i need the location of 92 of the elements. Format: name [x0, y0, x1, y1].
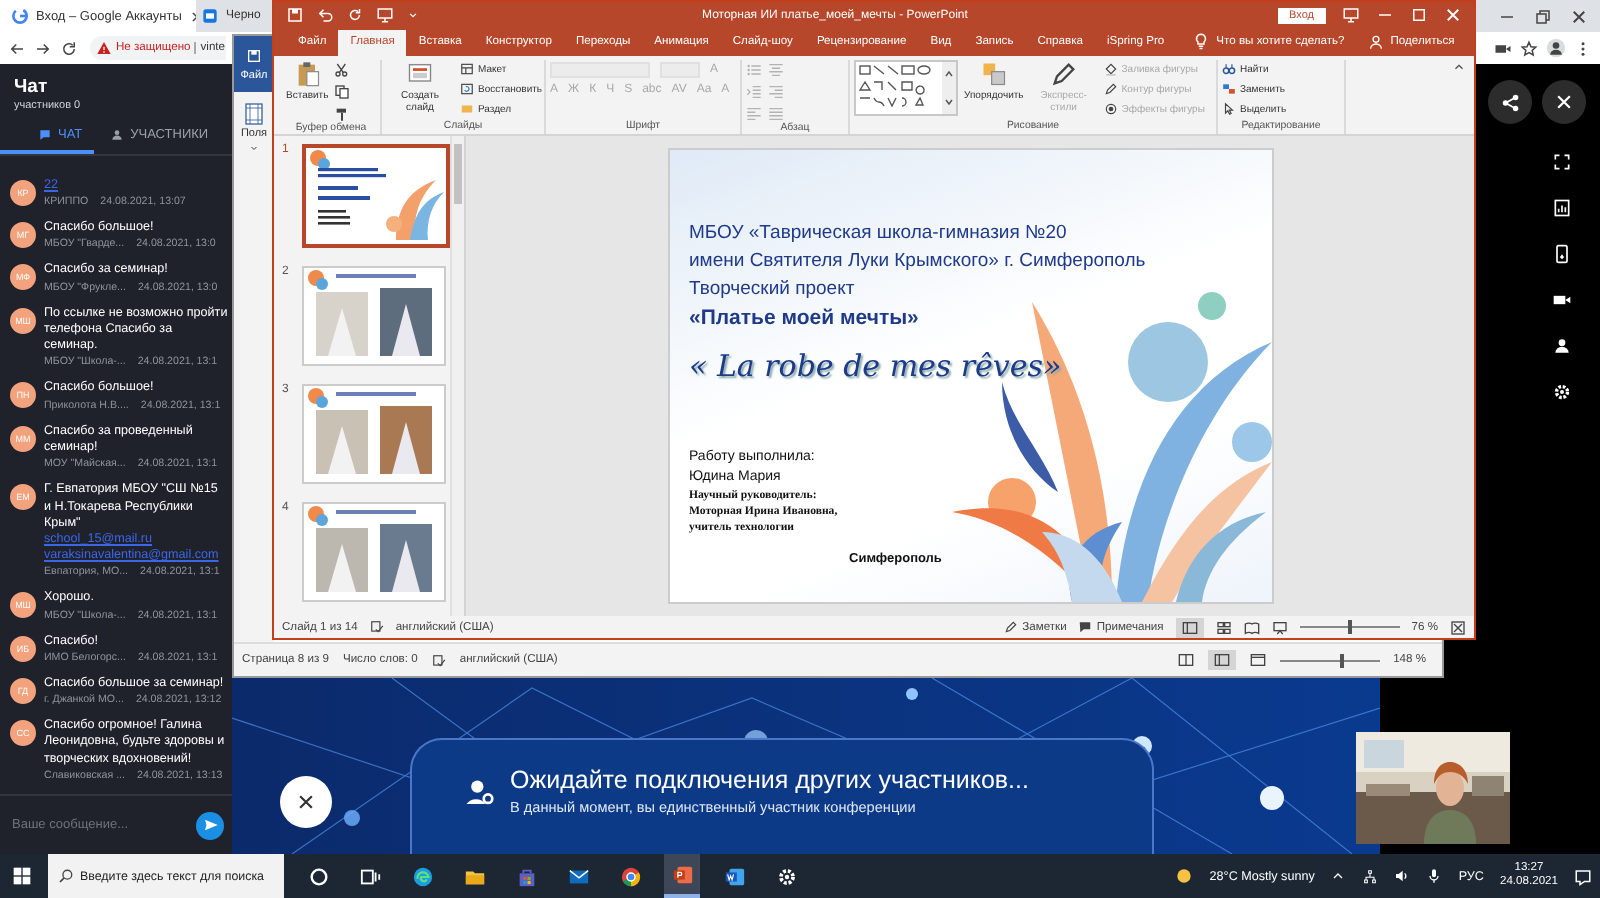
settings-icon[interactable]	[1551, 382, 1571, 402]
layout-icon	[460, 62, 474, 76]
microphone-icon[interactable]	[1426, 868, 1443, 884]
phone-icon[interactable]	[1551, 244, 1571, 264]
normal-view-icon	[1181, 619, 1198, 635]
slideshow-icon[interactable]	[1271, 619, 1288, 635]
pen-icon	[1103, 82, 1118, 96]
reset-icon	[460, 82, 474, 96]
windows-logo-icon[interactable]	[12, 866, 32, 886]
normal-view-button[interactable]	[1175, 617, 1204, 637]
binoculars-icon	[1222, 62, 1236, 76]
shapes-gallery[interactable]	[854, 60, 958, 116]
profile-icon[interactable]	[1546, 38, 1566, 58]
camera-icon[interactable]	[1494, 39, 1512, 57]
presentation-icon[interactable]	[376, 6, 394, 24]
mail-icon	[567, 865, 589, 887]
margins-icon	[242, 102, 266, 126]
people-icon[interactable]	[1551, 336, 1571, 356]
caret-icon[interactable]	[406, 8, 420, 22]
chat-icon	[38, 128, 52, 142]
browser-icon	[619, 865, 641, 887]
slider-thumb[interactable]	[1339, 653, 1344, 667]
section-icon	[460, 102, 474, 116]
chat-title: Чат	[14, 76, 50, 98]
search-icon	[58, 868, 74, 884]
store-icon	[515, 865, 537, 887]
browser-icon	[411, 865, 433, 887]
collapse-icon[interactable]	[1452, 60, 1466, 74]
page-icon	[202, 8, 218, 24]
star-icon[interactable]	[1520, 39, 1538, 57]
settings-icon	[775, 865, 797, 887]
speaker-icon[interactable]	[1394, 868, 1411, 884]
slider-thumb[interactable]	[1347, 620, 1352, 634]
reload-icon[interactable]	[60, 39, 78, 57]
warning-icon	[96, 40, 112, 56]
g-logo-icon	[12, 8, 28, 24]
sun-icon	[1173, 866, 1194, 886]
web-layout-icon[interactable]	[1249, 652, 1266, 668]
save-icon[interactable]	[286, 6, 304, 24]
copy-icon[interactable]	[334, 84, 351, 100]
network-icon[interactable]	[1362, 868, 1379, 884]
proofing-icon	[431, 653, 446, 667]
cursor-icon	[1222, 102, 1236, 116]
redo-icon[interactable]	[346, 6, 364, 24]
comment-icon	[1078, 620, 1093, 634]
undo-icon[interactable]	[316, 6, 334, 24]
slide-title: «Платье моей мечты»	[689, 304, 921, 334]
circle-icon	[307, 865, 329, 887]
send-icon	[201, 816, 219, 834]
fit-to-window-icon[interactable]	[1450, 619, 1466, 635]
presentation-app-icon	[671, 863, 693, 885]
close-icon[interactable]	[1570, 7, 1588, 25]
send-button[interactable]	[196, 811, 224, 839]
notification-icon[interactable]	[1574, 867, 1592, 885]
restore-icon[interactable]	[1534, 7, 1552, 25]
camera-icon[interactable]	[1551, 290, 1571, 310]
task-view-icon	[359, 865, 381, 887]
lightbulb-icon	[1192, 32, 1211, 50]
chevron-up-icon[interactable]	[1330, 868, 1347, 884]
fullscreen-icon[interactable]	[1551, 152, 1571, 172]
slide-heading: Творческий проект	[689, 276, 857, 304]
chart-icon[interactable]	[1551, 198, 1571, 218]
slide-thumbnail[interactable]	[302, 144, 450, 248]
pen-icon	[1004, 620, 1019, 634]
close-icon	[1554, 92, 1574, 112]
people-icon	[110, 128, 125, 142]
slide-heading: МБОУ «Таврическая школа-гимназия №20	[689, 220, 1069, 248]
person-icon	[1368, 34, 1385, 50]
close-button[interactable]	[1542, 80, 1586, 124]
fill-icon	[1103, 62, 1118, 76]
share-icon	[1499, 91, 1521, 113]
page-icon	[1213, 652, 1230, 668]
maximize-icon[interactable]	[1410, 6, 1428, 24]
scissors-icon[interactable]	[334, 62, 351, 78]
proofing-icon	[369, 620, 384, 634]
share-button[interactable]	[1488, 80, 1532, 124]
scrollbar[interactable]	[450, 136, 464, 616]
display-icon[interactable]	[1342, 6, 1360, 24]
save-icon[interactable]	[246, 47, 262, 63]
reading-view-icon[interactable]	[1243, 619, 1260, 635]
pen-icon	[1049, 60, 1078, 88]
replace-icon	[1222, 82, 1236, 96]
document-app-icon	[723, 865, 745, 887]
print-layout-button[interactable]	[1207, 650, 1236, 670]
forward-arrow-icon[interactable]	[34, 39, 52, 57]
caret-icon	[248, 142, 260, 154]
slide-heading: имени Святителя Луки Крымского» г. Симферополь	[689, 248, 1148, 276]
effects-icon	[1103, 102, 1118, 116]
back-arrow-icon[interactable]	[8, 39, 26, 57]
format-painter-icon[interactable]	[334, 106, 351, 122]
read-mode-icon[interactable]	[1177, 652, 1194, 668]
slide-sorter-icon[interactable]	[1215, 619, 1232, 635]
